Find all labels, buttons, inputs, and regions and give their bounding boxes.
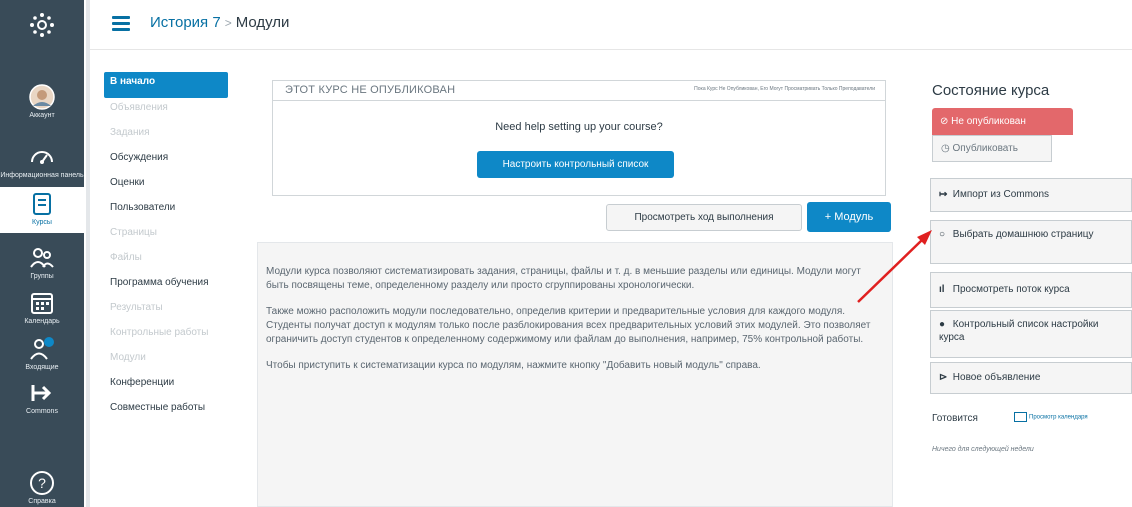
import-commons-button[interactable]: ↦ Импорт из Commons <box>930 178 1132 212</box>
target-icon: ○ <box>939 229 946 240</box>
view-calendar-link[interactable]: Просмотр календаря <box>1014 412 1088 422</box>
course-nav-item[interactable]: Страницы <box>104 223 228 248</box>
global-nav-account[interactable]: Аккаунт <box>0 84 84 128</box>
import-label: Импорт из Commons <box>952 189 1050 200</box>
svg-text:?: ? <box>38 475 46 491</box>
publish-button[interactable]: ◷ Опубликовать <box>932 135 1052 162</box>
choose-home-page-button[interactable]: ○ Выбрать домашнюю страницу <box>930 220 1132 264</box>
published-icon: ◷ <box>941 143 953 154</box>
global-nav-label: Календарь <box>24 318 60 325</box>
unpublished-label: Не опубликован <box>951 116 1026 127</box>
global-nav-label: Группы <box>30 273 54 280</box>
avatar <box>29 84 55 110</box>
publish-label: Опубликовать <box>952 143 1018 154</box>
banner-note: Пока Курс Не Опубликован, Его Могут Прос… <box>694 86 875 92</box>
global-nav-label: Информационная панель <box>0 172 84 179</box>
view-course-stream-button[interactable]: ıl Просмотреть поток курса <box>930 272 1132 308</box>
global-nav-label: Commons <box>26 408 58 415</box>
course-nav-item[interactable]: Модули <box>104 348 228 373</box>
global-nav: Аккаунт Информационная панель Курсы Груп… <box>0 0 84 507</box>
course-nav-item[interactable]: Результаты <box>104 298 228 323</box>
global-nav-inbox[interactable]: Входящие <box>0 336 84 380</box>
choose-home-label: Выбрать домашнюю страницу <box>952 229 1094 240</box>
unpublished-button[interactable]: ⊘ Не опубликован <box>932 108 1073 135</box>
unpublished-banner: ЭТОТ КУРС НЕ ОПУБЛИКОВАН Пока Курс Не Оп… <box>272 80 886 196</box>
course-status-title: Состояние курса <box>932 82 1050 99</box>
help-icon: ? <box>30 471 54 495</box>
setup-help-text: Need help setting up your course? <box>495 121 663 133</box>
logo-icon <box>30 13 54 37</box>
course-nav-item[interactable]: Контрольные работы <box>104 323 228 348</box>
global-nav-help[interactable]: ? Справка <box>0 470 84 507</box>
course-nav-item[interactable]: Файлы <box>104 248 228 273</box>
course-nav-item[interactable]: Задания <box>104 123 228 148</box>
course-nav-item[interactable]: Программа обучения <box>104 273 228 298</box>
breadcrumb-current: Модули <box>235 14 290 31</box>
course-nav: В начало Объявления Задания Обсуждения Оценк… <box>104 72 228 423</box>
info-paragraph: Чтобы приступить к систематизации курса … <box>266 360 761 371</box>
unpublished-icon: ⊘ <box>940 116 952 127</box>
groups-icon <box>30 248 54 268</box>
commons-icon <box>31 385 52 401</box>
setup-checklist-sidebar-button[interactable]: ● Контрольный список настройки курса <box>930 310 1132 358</box>
calendar-icon <box>31 293 53 314</box>
info-paragraph: Модули курса позволяют систематизировать… <box>266 266 861 291</box>
global-nav-groups[interactable]: Группы <box>0 245 84 285</box>
breadcrumb-course-link[interactable]: История 7 <box>150 14 221 31</box>
course-nav-item[interactable]: Совместные работы <box>104 398 228 423</box>
logo[interactable] <box>0 6 84 46</box>
banner-title: ЭТОТ КУРС НЕ ОПУБЛИКОВАН <box>285 84 456 96</box>
page-header: История 7 > Модули <box>90 0 1132 50</box>
announcement-label: Новое объявление <box>952 372 1041 383</box>
global-nav-commons[interactable]: Commons <box>0 380 84 424</box>
setup-checklist-button[interactable]: Настроить контрольный список <box>477 151 674 178</box>
courses-icon <box>33 193 51 215</box>
global-nav-label: Аккаунт <box>29 112 55 119</box>
add-module-button[interactable]: + Модуль <box>807 202 891 232</box>
course-nav-item[interactable]: Пользователи <box>104 198 228 223</box>
menu-toggle-icon[interactable] <box>112 16 130 31</box>
calendar-icon <box>1014 412 1027 422</box>
megaphone-icon: ⊳ <box>939 372 948 383</box>
modules-info-box: Модули курса позволяют систематизировать… <box>257 242 893 507</box>
scrollbar[interactable] <box>86 0 90 507</box>
global-nav-label: Входящие <box>25 364 59 371</box>
checklist-label: Контрольный список настройки курса <box>939 319 1099 343</box>
commons-icon: ↦ <box>939 189 948 200</box>
bar-chart-icon: ıl <box>939 284 945 295</box>
inbox-icon <box>30 337 54 360</box>
view-calendar-label: Просмотр календаря <box>1029 414 1088 421</box>
nothing-next-week: Ничего для следующей недели <box>932 446 1034 453</box>
stream-label: Просмотреть поток курса <box>952 284 1070 295</box>
info-paragraph: Также можно расположить модули последова… <box>266 306 871 345</box>
breadcrumb: История 7 > Модули <box>150 14 289 31</box>
question-icon: ● <box>939 319 946 330</box>
dashboard-icon <box>31 151 53 164</box>
new-announcement-button[interactable]: ⊳ Новое объявление <box>930 362 1132 394</box>
global-nav-label: Справка <box>28 498 56 505</box>
course-nav-item[interactable]: Обсуждения <box>104 148 228 173</box>
breadcrumb-separator: > <box>224 16 232 30</box>
course-nav-item[interactable]: В начало <box>104 72 228 98</box>
global-nav-calendar[interactable]: Календарь <box>0 290 84 330</box>
coming-up-heading: Готовится <box>932 413 978 424</box>
global-nav-dashboard[interactable]: Информационная панель <box>0 144 84 184</box>
global-nav-label: Курсы <box>32 219 52 226</box>
course-nav-item[interactable]: Оценки <box>104 173 228 198</box>
global-nav-courses[interactable]: Курсы <box>0 187 84 233</box>
course-nav-item[interactable]: Объявления <box>104 98 228 123</box>
course-nav-item[interactable]: Конференции <box>104 373 228 398</box>
view-progress-button[interactable]: Просмотреть ход выполнения <box>606 204 802 231</box>
